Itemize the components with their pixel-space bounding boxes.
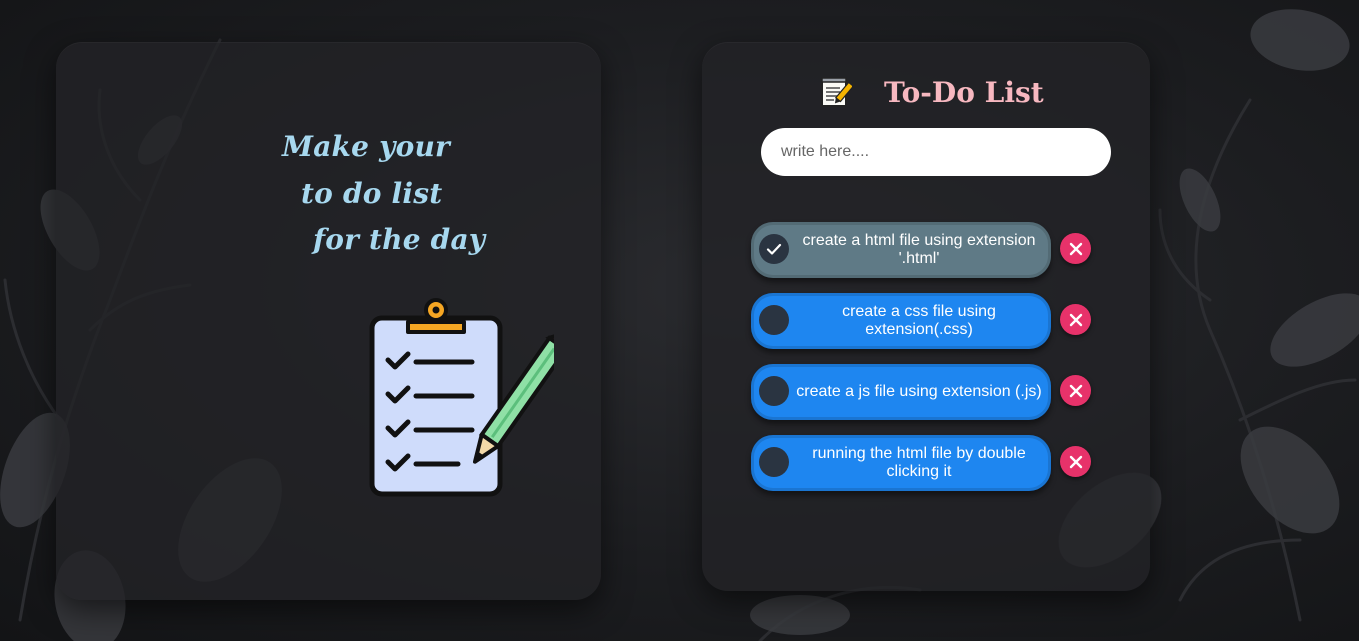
close-icon [1069, 455, 1082, 468]
task-text: create a js file using extension (.js) [796, 383, 1042, 400]
delete-task-button[interactable] [1060, 233, 1091, 264]
task-text: running the html file by double clicking… [812, 445, 1026, 480]
close-icon [1069, 242, 1082, 255]
task-text: create a css file using extension(.css) [842, 303, 996, 338]
close-icon [1069, 384, 1082, 397]
todo-header: To-Do List [818, 72, 1044, 112]
task-item[interactable]: create a js file using extension (.js) [751, 364, 1051, 420]
tagline-line-1: Make your [282, 130, 450, 163]
delete-task-button[interactable] [1060, 375, 1091, 406]
task-item[interactable]: running the html file by double clicking… [751, 435, 1051, 491]
task-checkbox[interactable] [759, 234, 789, 264]
task-checkbox[interactable] [759, 305, 789, 335]
tagline-line-3: for the day [313, 223, 486, 256]
checkmark-icon [766, 243, 782, 255]
task-checkbox[interactable] [759, 376, 789, 406]
clipboard-checklist-icon [369, 298, 554, 497]
delete-task-button[interactable] [1060, 446, 1091, 477]
tagline-line-2: to do list [301, 177, 443, 210]
task-item[interactable]: create a html file using extension '.htm… [751, 222, 1051, 278]
memo-icon [821, 77, 852, 107]
task-checkbox[interactable] [759, 447, 789, 477]
task-text: create a html file using extension '.htm… [802, 232, 1036, 267]
close-icon [1069, 313, 1082, 326]
task-input[interactable] [761, 128, 1111, 176]
task-item[interactable]: create a css file using extension(.css) [751, 293, 1051, 349]
delete-task-button[interactable] [1060, 304, 1091, 335]
page-title: To-Do List [884, 75, 1044, 109]
